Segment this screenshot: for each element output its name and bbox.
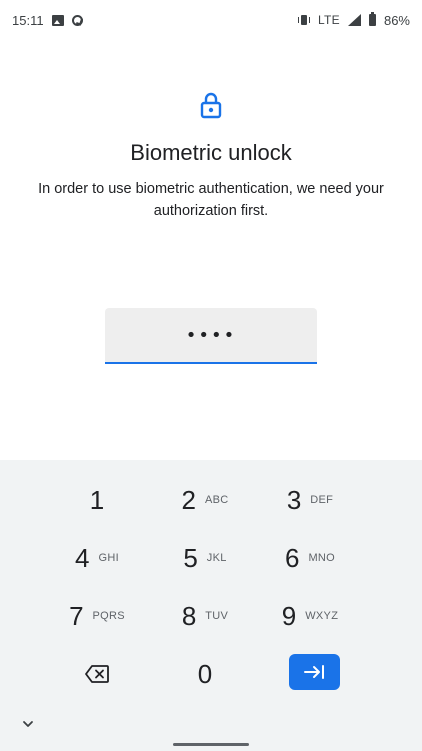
key-number: 6 <box>284 542 300 573</box>
key-3[interactable]: 3 DEF <box>265 475 355 525</box>
status-bar-left: 15:11 <box>12 13 83 28</box>
clock: 15:11 <box>12 12 44 28</box>
battery-level: 86% <box>383 12 410 28</box>
key-letters: GHI <box>98 552 119 564</box>
enter-icon <box>303 665 324 679</box>
home-indicator[interactable] <box>173 743 249 746</box>
key-number: 3 <box>286 484 302 515</box>
vibrate-icon <box>297 15 310 25</box>
network-type: LTE <box>317 13 340 27</box>
collapse-keyboard-button[interactable] <box>20 718 36 730</box>
key-8[interactable]: 8 TUV <box>160 591 250 641</box>
status-bar-right: LTE 86% <box>297 12 410 28</box>
key-6[interactable]: 6 MNO <box>265 533 355 583</box>
status-bar: 15:11 LTE 86% <box>0 0 422 40</box>
key-letters: TUV <box>205 610 229 622</box>
key-number: 1 <box>89 484 105 515</box>
key-2[interactable]: 2 ABC <box>160 475 250 525</box>
image-icon <box>51 14 64 26</box>
key-letters: MNO <box>308 552 336 564</box>
key-letters: PQRS <box>92 610 125 622</box>
pin-input[interactable]: •••• <box>105 308 317 364</box>
sync-icon <box>71 14 83 26</box>
signal-icon <box>347 14 361 26</box>
key-number: 2 <box>181 484 196 515</box>
page-description: In order to use biometric authentication… <box>38 181 384 219</box>
key-letters: WXYZ <box>305 610 339 622</box>
key-1[interactable]: 1 <box>52 475 142 525</box>
key-9[interactable]: 9 WXYZ <box>265 591 355 641</box>
battery-icon <box>368 12 376 26</box>
key-number: 0 <box>197 658 213 689</box>
key-number: 4 <box>75 542 90 573</box>
key-4[interactable]: 4 GHI <box>52 533 142 583</box>
key-letters: JKL <box>206 552 227 564</box>
page-title: Biometric unlock <box>130 140 292 165</box>
backspace-button[interactable] <box>52 649 142 699</box>
key-number: 8 <box>181 600 197 631</box>
enter-button[interactable] <box>289 654 340 690</box>
numeric-keypad: 1 2 ABC 3 DEF 4 GHI 5 JKL 6 MNO 7 PQRS 8… <box>0 460 422 751</box>
key-number: 9 <box>281 600 297 631</box>
key-5[interactable]: 5 JKL <box>160 533 250 583</box>
backspace-icon <box>85 665 109 683</box>
key-letters: ABC <box>204 494 229 506</box>
key-number: 5 <box>183 542 198 573</box>
chevron-down-icon <box>23 721 33 727</box>
key-letters: DEF <box>310 494 334 506</box>
key-0[interactable]: 0 <box>160 649 250 699</box>
key-7[interactable]: 7 PQRS <box>52 591 142 641</box>
lock-icon <box>199 91 223 119</box>
key-number: 7 <box>69 600 84 631</box>
